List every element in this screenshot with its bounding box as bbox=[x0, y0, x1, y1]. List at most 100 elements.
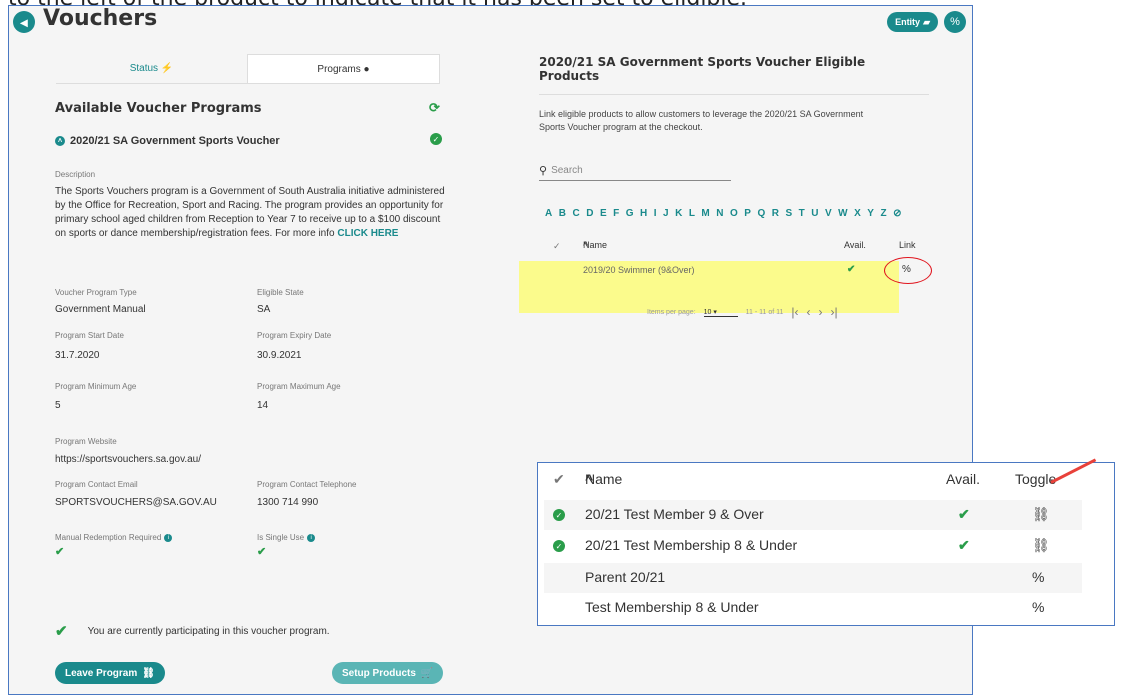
link-icon[interactable]: % bbox=[1032, 569, 1044, 585]
search-input[interactable]: ⚲ Search bbox=[539, 161, 731, 181]
briefcase-icon: ▰ bbox=[923, 16, 930, 27]
info-icon[interactable]: i bbox=[307, 533, 316, 542]
tab-programs[interactable]: Programs ● bbox=[247, 54, 440, 83]
eligible-products-description: Link eligible products to allow customer… bbox=[539, 109, 864, 132]
info-icon[interactable]: i bbox=[164, 533, 173, 542]
alphabet-letter[interactable]: I bbox=[654, 208, 657, 219]
alphabet-letter[interactable]: R bbox=[772, 208, 779, 219]
program-title[interactable]: ˄ 2020/21 SA Government Sports Voucher bbox=[55, 135, 280, 147]
check-circle-icon: ● bbox=[363, 63, 370, 75]
name-column-header[interactable]: Name ^ bbox=[583, 240, 607, 250]
alphabet-letter[interactable]: V bbox=[825, 208, 832, 219]
max-age-value: 14 bbox=[257, 400, 269, 411]
row-name: 20/21 Test Membership 8 & Under bbox=[585, 537, 798, 553]
min-age-value: 5 bbox=[55, 400, 61, 411]
alphabet-letter[interactable]: H bbox=[640, 208, 647, 219]
expiry-date-value: 30.9.2021 bbox=[257, 350, 302, 361]
red-circle-annotation bbox=[884, 257, 932, 284]
programs-panel: Status ⚡ Programs ● Available Voucher Pr… bbox=[9, 40, 489, 694]
unlink-icon[interactable]: ⛓ bbox=[1032, 506, 1050, 523]
program-name: 2020/21 SA Government Sports Voucher bbox=[70, 135, 280, 147]
entity-button[interactable]: Entity ▰ bbox=[887, 12, 938, 32]
alphabet-letter[interactable]: A bbox=[545, 208, 552, 219]
table-row[interactable]: Parent 20/21 % bbox=[544, 563, 1082, 593]
clear-filter-icon[interactable]: ⊘ bbox=[893, 208, 901, 219]
manual-redemption-label: Manual Redemption Required i bbox=[55, 533, 173, 542]
status-icon: ⚡ bbox=[160, 63, 174, 74]
phone-label: Program Contact Telephone bbox=[257, 480, 357, 489]
chevron-up-icon[interactable]: ˄ bbox=[55, 136, 65, 146]
type-label: Voucher Program Type bbox=[55, 288, 137, 297]
first-page-icon[interactable]: |‹ bbox=[791, 305, 798, 319]
alphabet-letter[interactable]: K bbox=[675, 208, 682, 219]
refresh-icon[interactable]: ⟳ bbox=[429, 100, 440, 116]
alphabet-letter[interactable]: S bbox=[785, 208, 792, 219]
alphabet-letter[interactable]: B bbox=[559, 208, 566, 219]
link-column-header: Link bbox=[899, 240, 916, 250]
min-age-label: Program Minimum Age bbox=[55, 382, 137, 391]
single-use-check-icon: ✔ bbox=[257, 546, 267, 558]
alphabet-letter[interactable]: F bbox=[613, 208, 619, 219]
select-all-check-icon[interactable]: ✓ bbox=[553, 241, 561, 252]
click-here-link[interactable]: CLICK HERE bbox=[337, 228, 398, 239]
page-title: Vouchers bbox=[43, 6, 158, 31]
search-placeholder: Search bbox=[551, 165, 583, 176]
alphabet-letter[interactable]: D bbox=[586, 208, 593, 219]
start-date-label: Program Start Date bbox=[55, 331, 124, 340]
alphabet-letter[interactable]: N bbox=[716, 208, 723, 219]
product-avail-check-icon: ✔ bbox=[847, 264, 856, 275]
select-all-check-icon[interactable]: ✔ bbox=[553, 471, 565, 488]
setup-products-label: Setup Products bbox=[342, 667, 416, 679]
alphabet-letter[interactable]: Z bbox=[880, 208, 886, 219]
eligible-products-panel: 2020/21 SA Government Sports Voucher Eli… bbox=[519, 40, 949, 340]
alphabet-letter[interactable]: M bbox=[701, 208, 709, 219]
alphabet-letter[interactable]: P bbox=[744, 208, 751, 219]
table-row[interactable]: ✓ 20/21 Test Member 9 & Over ✔ ⛓ bbox=[544, 500, 1082, 530]
leave-program-button[interactable]: Leave Program ⛓ bbox=[55, 662, 165, 684]
last-page-icon[interactable]: ›| bbox=[831, 305, 838, 319]
alphabet-letter[interactable]: U bbox=[811, 208, 818, 219]
tab-bar: Status ⚡ Programs ● bbox=[56, 54, 440, 84]
back-button[interactable]: ◂ bbox=[13, 11, 35, 33]
row-name: Parent 20/21 bbox=[585, 569, 666, 585]
link-button[interactable]: % bbox=[944, 11, 966, 33]
paginator: Items per page: 10 ▾ 11 - 11 of 11 |‹ ‹ … bbox=[647, 305, 838, 319]
avail-column-header: Avail. bbox=[844, 240, 866, 250]
name-column-header[interactable]: Name ^ bbox=[585, 471, 622, 487]
state-value: SA bbox=[257, 304, 271, 315]
link-icon[interactable]: % bbox=[1032, 599, 1044, 615]
next-page-icon[interactable]: › bbox=[819, 305, 823, 319]
tab-status[interactable]: Status ⚡ bbox=[56, 54, 247, 83]
alphabet-letter[interactable]: O bbox=[730, 208, 738, 219]
alphabet-letter[interactable]: Q bbox=[757, 208, 765, 219]
email-label: Program Contact Email bbox=[55, 480, 138, 489]
alphabet-letter[interactable]: E bbox=[600, 208, 607, 219]
website-label: Program Website bbox=[55, 437, 117, 446]
toggle-table-inset: ✔ Name ^ Avail. Toggle ✓ 20/21 Test Memb… bbox=[537, 458, 1115, 626]
toggle-column-header: Toggle bbox=[1015, 471, 1057, 487]
toggle-table-header: ✔ Name ^ Avail. Toggle bbox=[538, 471, 1114, 499]
prev-page-icon[interactable]: ‹ bbox=[807, 305, 811, 319]
alphabet-letter[interactable]: L bbox=[689, 208, 695, 219]
expiry-date-label: Program Expiry Date bbox=[257, 331, 332, 340]
alphabet-letter[interactable]: J bbox=[663, 208, 669, 219]
products-table-header: ✓ Name ^ Avail. Link bbox=[553, 240, 916, 256]
table-row[interactable]: Test Membership 8 & Under % bbox=[538, 593, 1114, 623]
unlink-icon[interactable]: ⛓ bbox=[1032, 537, 1050, 554]
alphabet-letter[interactable]: Y bbox=[867, 208, 874, 219]
alphabet-letter[interactable]: W bbox=[838, 208, 847, 219]
website-value: https://sportsvouchers.sa.gov.au/ bbox=[55, 454, 202, 465]
available-programs-heading: Available Voucher Programs bbox=[55, 101, 262, 116]
setup-products-button[interactable]: Setup Products 🛒 bbox=[332, 662, 444, 684]
items-per-page-select[interactable]: 10 ▾ bbox=[703, 308, 738, 317]
alphabet-letter[interactable]: G bbox=[626, 208, 634, 219]
alphabet-letter[interactable]: X bbox=[854, 208, 861, 219]
page-header: ◂ Vouchers Entity ▰ % bbox=[9, 6, 972, 40]
participation-text: You are currently participating in this … bbox=[87, 625, 330, 637]
alphabet-letter[interactable]: C bbox=[572, 208, 579, 219]
alphabet-letter[interactable]: T bbox=[799, 208, 805, 219]
table-row[interactable]: ✓ 20/21 Test Membership 8 & Under ✔ ⛓ bbox=[538, 531, 1114, 561]
max-age-label: Program Maximum Age bbox=[257, 382, 341, 391]
participating-check-icon: ✔ bbox=[55, 623, 68, 640]
unlink-icon: ⛓ bbox=[142, 667, 155, 679]
